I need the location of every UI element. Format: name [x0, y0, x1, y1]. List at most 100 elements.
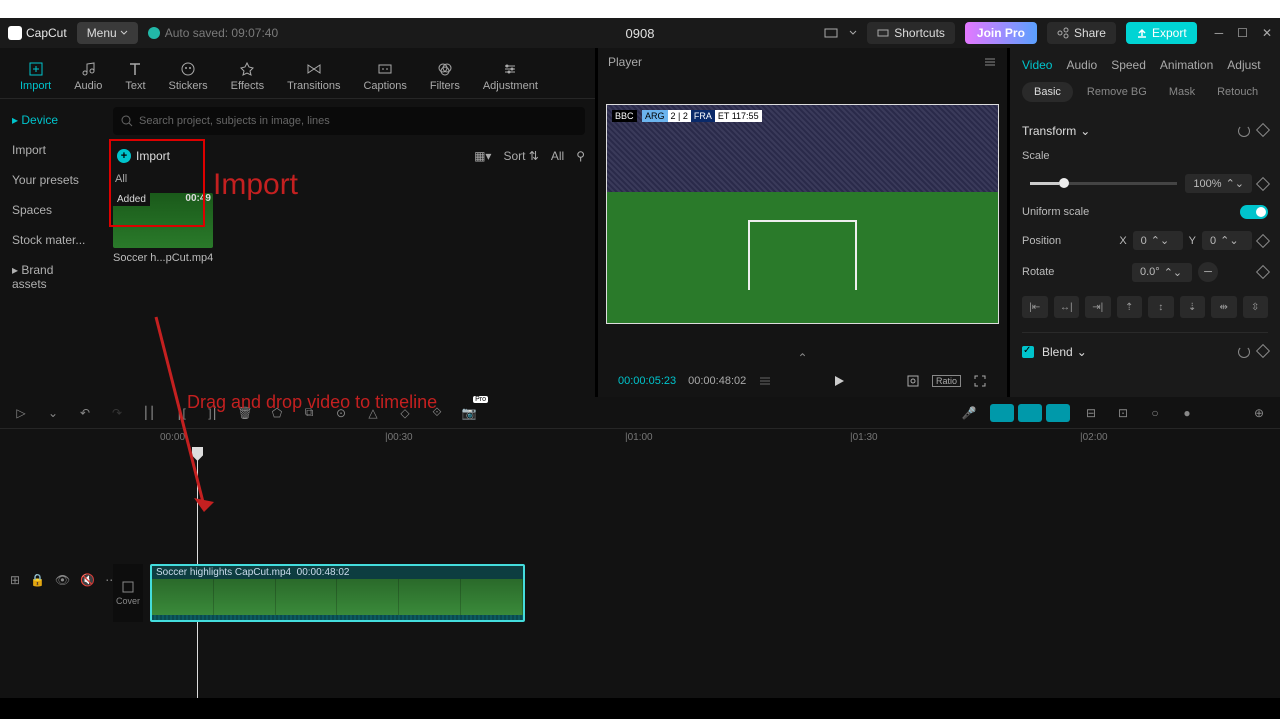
keyframe-icon[interactable]: [1256, 176, 1270, 190]
scan-icon[interactable]: [906, 374, 920, 388]
zoom-out[interactable]: ○: [1144, 402, 1166, 424]
track-visible[interactable]: 👁: [55, 573, 70, 587]
minimize-button[interactable]: ─: [1215, 26, 1224, 40]
play-button[interactable]: [832, 374, 846, 388]
sidebar-device[interactable]: ▸ Device: [0, 105, 103, 135]
captions-icon: [376, 60, 394, 78]
scale-label: Scale: [1022, 150, 1050, 162]
tab-transitions[interactable]: Transitions: [277, 54, 350, 98]
ptab-audio[interactable]: Audio: [1066, 58, 1097, 72]
subtab-mask[interactable]: Mask: [1161, 82, 1203, 102]
menu-button[interactable]: Menu: [77, 22, 138, 44]
media-thumb[interactable]: Added 00:49: [113, 193, 213, 248]
fullscreen-icon[interactable]: [973, 374, 987, 388]
ptab-video[interactable]: Video: [1022, 58, 1052, 72]
tab-filters[interactable]: Filters: [420, 54, 470, 98]
tab-captions[interactable]: Captions: [353, 54, 416, 98]
timeline-clip[interactable]: Soccer highlights CapCut.mp4 00:00:48:02: [150, 564, 525, 622]
uniform-toggle[interactable]: [1240, 205, 1268, 219]
align-hcenter[interactable]: ↔|: [1054, 296, 1080, 318]
split-tool[interactable]: ⎮⎮: [138, 402, 160, 424]
align-top[interactable]: ⇡: [1117, 296, 1143, 318]
scale-value[interactable]: 100% ⌃⌄: [1185, 174, 1252, 193]
subtab-basic[interactable]: Basic: [1022, 82, 1073, 102]
subtab-retouch[interactable]: Retouch: [1209, 82, 1266, 102]
sort-button[interactable]: Sort ⇅: [503, 149, 538, 163]
tab-text[interactable]: Text: [115, 54, 155, 98]
track-lock[interactable]: 🔒: [30, 573, 45, 587]
tab-audio[interactable]: Audio: [64, 54, 112, 98]
sidebar-spaces[interactable]: Spaces: [0, 195, 103, 225]
filter-icon[interactable]: ⚲: [576, 149, 585, 163]
aspect-icon[interactable]: [823, 25, 839, 41]
track-tool-2[interactable]: ⊡: [1112, 402, 1134, 424]
sidebar-stock[interactable]: Stock mater...: [0, 225, 103, 255]
keyframe-icon[interactable]: [1256, 233, 1270, 247]
reset-icon[interactable]: [1238, 125, 1250, 137]
magnet-3[interactable]: [1046, 404, 1070, 422]
tracks-area[interactable]: ⊞ 🔒 👁 🔇 ⋯ Cover Soccer highlights CapCut…: [0, 449, 1280, 698]
join-pro-button[interactable]: Join Pro: [965, 22, 1037, 44]
keyframe-icon[interactable]: [1256, 344, 1270, 358]
import-icon: [27, 60, 45, 78]
ptab-adjust[interactable]: Adjust: [1227, 58, 1260, 72]
rotate-value[interactable]: 0.0° ⌃⌄: [1132, 263, 1192, 282]
project-title[interactable]: 0908: [626, 26, 655, 41]
tab-adjustment[interactable]: Adjustment: [473, 54, 548, 98]
ratio-button[interactable]: Ratio: [932, 375, 961, 387]
sidebar-brand[interactable]: ▸ Brand assets: [0, 255, 103, 299]
expand-handle[interactable]: ⌃: [598, 351, 1007, 365]
ptab-animation[interactable]: Animation: [1160, 58, 1213, 72]
preview-canvas[interactable]: BBC ARG2 | 2FRAET 117:55: [606, 104, 999, 324]
position-y[interactable]: 0 ⌃⌄: [1202, 231, 1252, 250]
align-right[interactable]: ⇥|: [1085, 296, 1111, 318]
sidebar-presets[interactable]: Your presets: [0, 165, 103, 195]
zoom-in[interactable]: ⊕: [1248, 402, 1270, 424]
magnet-2[interactable]: [1018, 404, 1042, 422]
ptab-speed[interactable]: Speed: [1111, 58, 1146, 72]
zoom-slider[interactable]: ●: [1176, 402, 1198, 424]
check-icon: [148, 27, 160, 39]
timeline-ruler[interactable]: 00:00 |00:30 |01:00 |01:30 |02:00: [140, 429, 1280, 449]
freeze-tool[interactable]: 📷Pro: [458, 402, 480, 424]
maximize-button[interactable]: ☐: [1237, 26, 1248, 40]
cover-cell[interactable]: Cover: [113, 564, 143, 622]
pointer-tool[interactable]: ▷: [10, 402, 32, 424]
media-search[interactable]: Search project, subjects in image, lines: [113, 107, 585, 135]
tab-import[interactable]: Import: [10, 54, 61, 98]
position-x[interactable]: 0 ⌃⌄: [1133, 231, 1183, 250]
image-icon: [121, 580, 135, 594]
magnet-1[interactable]: [990, 404, 1014, 422]
reset-icon[interactable]: [1238, 346, 1250, 358]
keyframe-icon[interactable]: [1256, 265, 1270, 279]
blend-title[interactable]: Blend ⌄: [1022, 345, 1087, 359]
share-button[interactable]: Share: [1047, 22, 1116, 44]
player-panel: Player BBC ARG2 | 2FRAET 117:55 ⌃ 00:00:…: [598, 48, 1007, 397]
align-vcenter[interactable]: ↕: [1148, 296, 1174, 318]
chevron-down-icon[interactable]: ⌄: [42, 402, 64, 424]
keyframe-icon[interactable]: [1256, 123, 1270, 137]
view-grid-icon[interactable]: ▦▾: [474, 149, 491, 163]
track-expand[interactable]: ⊞: [10, 573, 20, 587]
mic-icon[interactable]: 🎤: [958, 402, 980, 424]
chevron-down-icon[interactable]: [849, 29, 857, 37]
chip-all[interactable]: All: [115, 173, 583, 185]
scale-slider[interactable]: [1030, 182, 1177, 185]
track-tool-1[interactable]: ⊟: [1080, 402, 1102, 424]
panel-menu-icon[interactable]: [983, 55, 997, 69]
sidebar-import[interactable]: Import: [0, 135, 103, 165]
tab-stickers[interactable]: Stickers: [159, 54, 218, 98]
track-mute[interactable]: 🔇: [80, 573, 95, 587]
list-icon[interactable]: [758, 374, 772, 388]
import-button[interactable]: + Import: [113, 145, 174, 167]
subtab-removebg[interactable]: Remove BG: [1079, 82, 1155, 102]
align-left[interactable]: |⇤: [1022, 296, 1048, 318]
shortcuts-button[interactable]: Shortcuts: [867, 22, 955, 44]
rotate-dial[interactable]: ─: [1198, 262, 1218, 282]
close-button[interactable]: ✕: [1262, 26, 1272, 40]
tab-effects[interactable]: Effects: [221, 54, 274, 98]
undo-button[interactable]: ↶: [74, 402, 96, 424]
export-button[interactable]: Export: [1126, 22, 1197, 44]
filter-all[interactable]: All: [551, 149, 564, 163]
align-bottom[interactable]: ⇣: [1180, 296, 1206, 318]
